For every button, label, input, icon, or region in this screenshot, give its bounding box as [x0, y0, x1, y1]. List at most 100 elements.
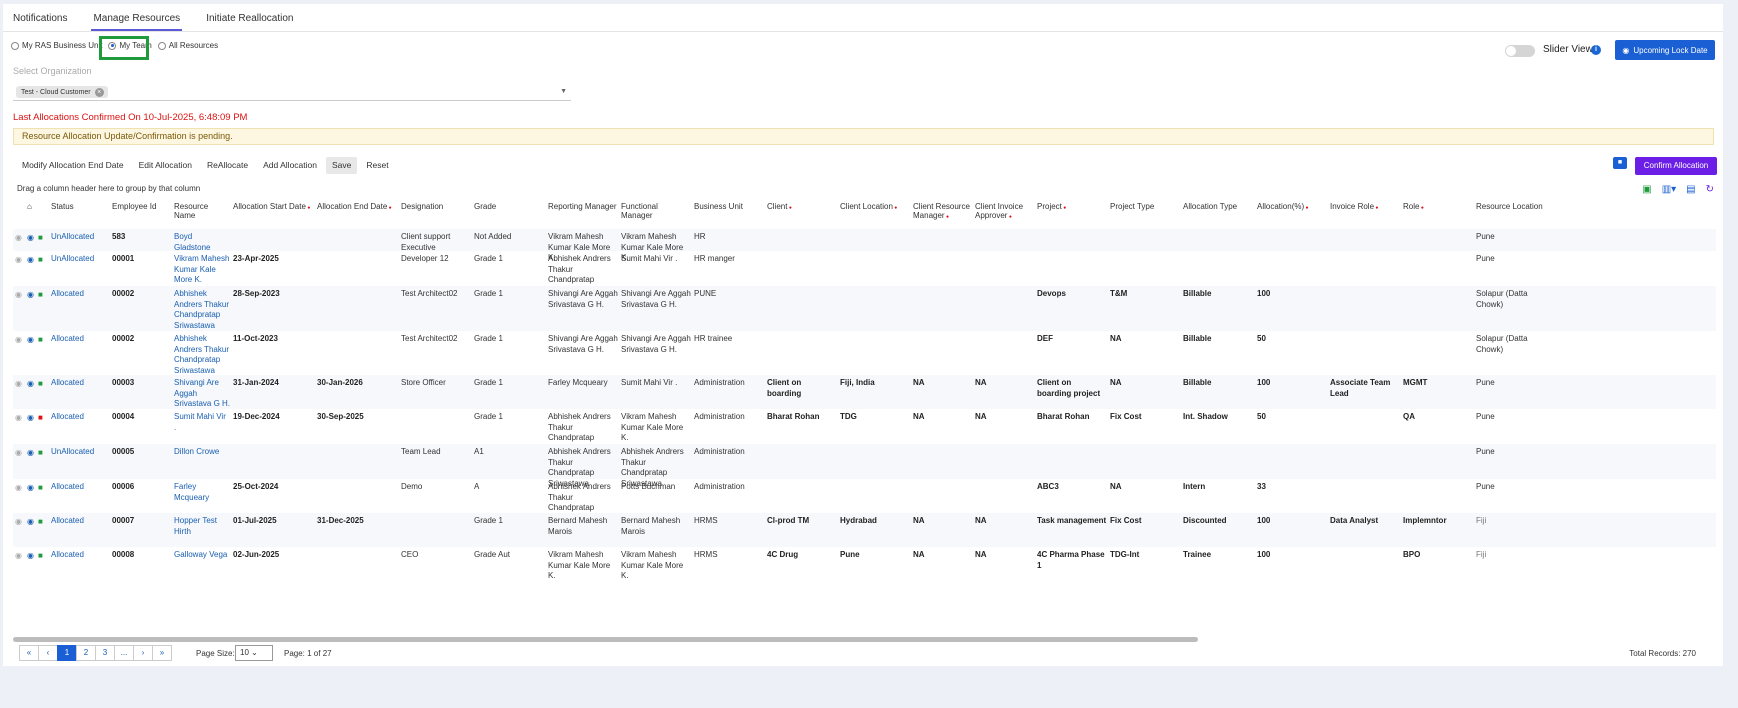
- view-small-icon[interactable]: ◉: [15, 517, 22, 526]
- view-small-icon[interactable]: ◉: [15, 413, 22, 422]
- eye-icon[interactable]: ◉: [27, 335, 34, 344]
- column-header-project-type[interactable]: Project Type: [1110, 202, 1180, 211]
- column-header-reporting-manager[interactable]: Reporting Manager: [548, 202, 618, 211]
- add-allocation-button[interactable]: Add Allocation: [257, 157, 323, 174]
- tab-initiate-reallocation[interactable]: Initiate Reallocation: [204, 9, 295, 31]
- column-header-client-invoice-approver[interactable]: Client Invoice Approver ●: [975, 202, 1033, 222]
- cell-status[interactable]: Allocated: [51, 516, 111, 527]
- table-row[interactable]: ◉ ◉ ■ Allocated 00003 Shivangi Are Aggah Sriv…: [13, 375, 1716, 409]
- organization-select[interactable]: Test - Cloud Customer × ▼: [13, 84, 571, 101]
- column-header-role[interactable]: Role ●: [1403, 202, 1473, 213]
- cell-resource-name[interactable]: Boyd Gladstone: [174, 232, 230, 253]
- column-header-client-resource-manager[interactable]: Client Resource Manager ●: [913, 202, 971, 222]
- eye-icon[interactable]: ◉: [27, 233, 34, 242]
- column-header-project[interactable]: Project ●: [1037, 202, 1107, 213]
- column-header-allocation-end-date[interactable]: Allocation End Date ●: [317, 202, 397, 213]
- cell-status[interactable]: Allocated: [51, 378, 111, 389]
- view-small-icon[interactable]: ◉: [15, 290, 22, 299]
- cell-status[interactable]: Allocated: [51, 482, 111, 493]
- horizontal-scrollbar[interactable]: [13, 637, 1198, 642]
- pager-button-6[interactable]: ...: [114, 645, 134, 661]
- pager-button-5[interactable]: 3: [95, 645, 115, 661]
- lock-icon[interactable]: ■: [38, 517, 43, 526]
- view-small-icon[interactable]: ◉: [15, 335, 22, 344]
- column-header-grade[interactable]: Grade: [474, 202, 544, 211]
- column-header-status[interactable]: Status: [51, 202, 111, 211]
- table-row[interactable]: ◉ ◉ ■ Allocated 00002 Abhishek Andrers Thakur…: [13, 331, 1716, 375]
- column-header-allocation-type[interactable]: Allocation Type: [1183, 202, 1253, 211]
- cell-resource-name[interactable]: Galloway Vega: [174, 550, 230, 561]
- cell-status[interactable]: UnAllocated: [51, 232, 111, 243]
- cell-status[interactable]: UnAllocated: [51, 447, 111, 458]
- lock-icon[interactable]: ■: [38, 448, 43, 457]
- column-header-business-unit[interactable]: Business Unit: [694, 202, 764, 211]
- page-size-select[interactable]: 10 ⌄: [235, 645, 273, 661]
- view-small-icon[interactable]: ◉: [15, 255, 22, 264]
- view-small-icon[interactable]: ◉: [15, 233, 22, 242]
- column-header-functional-manager[interactable]: Functional Manager: [621, 202, 691, 220]
- column-header-resource-name[interactable]: Resource Name: [174, 202, 230, 220]
- upcoming-lock-date-button[interactable]: ◉ Upcoming Lock Date: [1615, 40, 1715, 60]
- eye-icon[interactable]: ◉: [27, 379, 34, 388]
- view-small-icon[interactable]: ◉: [15, 551, 22, 560]
- slider-view-toggle[interactable]: [1505, 45, 1535, 57]
- column-header-allocation-start-date[interactable]: Allocation Start Date ●: [233, 202, 313, 213]
- lock-icon[interactable]: ■: [38, 335, 43, 344]
- lock-icon[interactable]: ■: [38, 551, 43, 560]
- chip-remove-icon[interactable]: ×: [94, 87, 104, 97]
- reallocate-button[interactable]: ReAllocate: [201, 157, 255, 174]
- column-header-resource-location[interactable]: Resource Location: [1476, 202, 1546, 211]
- cell-status[interactable]: Allocated: [51, 289, 111, 300]
- eye-icon[interactable]: ◉: [27, 517, 34, 526]
- lock-icon[interactable]: ■: [1613, 157, 1627, 169]
- table-row[interactable]: ◉ ◉ ■ Allocated 00006 Farley Mcqueary 25-Oct-2…: [13, 479, 1716, 523]
- cell-resource-name[interactable]: Shivangi Are Aggah Srivastava G H.: [174, 378, 230, 410]
- column-header-client[interactable]: Client ●: [767, 202, 837, 213]
- view-small-icon[interactable]: ◉: [15, 379, 22, 388]
- lock-icon[interactable]: ■: [38, 290, 43, 299]
- view-small-icon[interactable]: ◉: [15, 448, 22, 457]
- tab-manage-resources[interactable]: Manage Resources: [91, 9, 183, 31]
- lock-icon[interactable]: ■: [38, 255, 43, 264]
- table-row[interactable]: ◉ ◉ ■ UnAllocated 583 Boyd Gladstone Client su…: [13, 229, 1716, 262]
- cell-status[interactable]: Allocated: [51, 412, 111, 423]
- table-row[interactable]: ◉ ◉ ■ UnAllocated 00001 Vikram Mahesh Kumar K…: [13, 251, 1716, 295]
- cell-resource-name[interactable]: Sumit Mahi Vir .: [174, 412, 230, 433]
- save-layout-icon[interactable]: ▤: [1686, 184, 1695, 195]
- cell-resource-name[interactable]: Vikram Mahesh Kumar Kale More K.: [174, 254, 230, 286]
- pager-button-2[interactable]: ‹: [38, 645, 58, 661]
- table-row[interactable]: ◉ ◉ ■ Allocated 00008 Galloway Vega 02-Jun-202…: [13, 547, 1716, 580]
- refresh-icon[interactable]: ↻: [1706, 184, 1714, 195]
- eye-icon[interactable]: ◉: [27, 290, 34, 299]
- lock-icon[interactable]: ■: [38, 233, 43, 242]
- lock-icon[interactable]: ■: [38, 379, 43, 388]
- column-header-employee-id[interactable]: Employee Id: [112, 202, 170, 211]
- modify-allocation-end-date-button[interactable]: Modify Allocation End Date: [16, 157, 130, 174]
- cell-status[interactable]: Allocated: [51, 550, 111, 561]
- chevron-down-icon[interactable]: ▼: [560, 88, 567, 95]
- eye-icon[interactable]: ◉: [27, 255, 34, 264]
- table-row[interactable]: ◉ ◉ ■ Allocated 00004 Sumit Mahi Vir . 19-Dec-…: [13, 409, 1716, 453]
- cell-resource-name[interactable]: Farley Mcqueary: [174, 482, 230, 503]
- confirm-allocation-button[interactable]: Confirm Allocation: [1635, 157, 1717, 175]
- pager-button-8[interactable]: »: [152, 645, 172, 661]
- radio-dot[interactable]: [157, 41, 166, 50]
- table-row[interactable]: ◉ ◉ ■ Allocated 00002 Abhishek Andrers Thakur…: [13, 286, 1716, 331]
- pager-button-4[interactable]: 2: [76, 645, 96, 661]
- pager-button-1[interactable]: «: [19, 645, 39, 661]
- cell-status[interactable]: UnAllocated: [51, 254, 111, 265]
- save-button[interactable]: Save: [325, 157, 358, 174]
- tab-notifications[interactable]: Notifications: [11, 9, 69, 31]
- view-small-icon[interactable]: ◉: [15, 483, 22, 492]
- eye-icon[interactable]: ◉: [27, 448, 34, 457]
- radio-my-ras-business-unit[interactable]: My RAS Business Unit: [11, 41, 102, 50]
- edit-allocation-button[interactable]: Edit Allocation: [132, 157, 198, 174]
- eye-icon[interactable]: ◉: [27, 551, 34, 560]
- info-icon[interactable]: i: [1591, 45, 1601, 55]
- pager-button-7[interactable]: ›: [133, 645, 153, 661]
- table-row[interactable]: ◉ ◉ ■ Allocated 00007 Hopper Test Hirth 01-Jul…: [13, 513, 1716, 547]
- cell-resource-name[interactable]: Abhishek Andrers Thakur Chandpratap Sriw…: [174, 289, 230, 331]
- column-header-allocation[interactable]: Allocation(%) ●: [1257, 202, 1327, 213]
- column-header-designation[interactable]: Designation: [401, 202, 471, 211]
- select-all-icon[interactable]: ⌂: [27, 202, 32, 211]
